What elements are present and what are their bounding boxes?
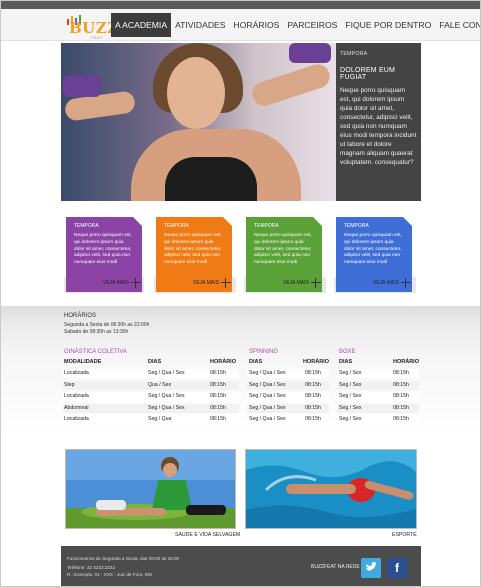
col-dias: DIAS <box>249 359 263 365</box>
hero-title: DOLOREM EUM FUGIAT <box>340 67 396 81</box>
table-cell: Seg / Qua / Sex <box>249 393 286 399</box>
table-cell: 08:15h <box>393 404 409 411</box>
twitter-icon[interactable] <box>361 558 381 578</box>
table-cell: Qua / Sex <box>148 381 172 388</box>
footer-phone: Telefone: 32 3232.3232 <box>67 565 116 570</box>
table-cell: 08:15h <box>393 393 409 399</box>
plus-icon[interactable] <box>401 278 411 288</box>
table-cell: Step <box>64 381 75 388</box>
table-cell: 08:15h <box>305 416 321 422</box>
plus-icon[interactable] <box>311 278 321 288</box>
hero-photo <box>61 43 336 201</box>
table-cell: 08:15h <box>210 416 226 422</box>
facebook-icon[interactable]: f <box>387 558 407 578</box>
table-cell: Seg / Qua / Sex <box>148 393 185 399</box>
nav-item-parceiros[interactable]: PARCEIROS <box>283 13 341 37</box>
footer-network-label: BUZZFEAT NA REDE <box>311 564 360 570</box>
table-cell: 08:15h <box>305 370 321 376</box>
card-body: Neque porro quisquam est, qui dolorem ip… <box>344 233 402 266</box>
table-cell: Seg / Qua / Sex <box>249 416 286 422</box>
col-horario: HORÁRIO <box>393 359 419 365</box>
photo-saude[interactable] <box>65 449 236 529</box>
spinning-heading: SPINNING <box>249 349 279 355</box>
table-cell: Seg / Qua / Sex <box>148 370 185 376</box>
nav-item-fale-conosco[interactable]: FALE CONOSCO <box>435 13 480 37</box>
hero-banner: TEMPORA DOLOREM EUM FUGIAT Neque porro q… <box>61 43 421 201</box>
header: BUZZ FEAT A ACADEMIA ATIVIDADES HORÁRIOS… <box>1 9 480 41</box>
card-more-link[interactable]: VEJA MAIS <box>373 280 399 286</box>
table-cell: Seg / Sex <box>339 381 362 388</box>
col-horario: HORÁRIO <box>303 359 329 365</box>
plus-icon[interactable] <box>221 278 231 288</box>
swimming-photo-image <box>246 450 416 528</box>
nav-item-academia[interactable]: A ACADEMIA <box>111 13 172 37</box>
photo-esporte[interactable] <box>245 449 417 529</box>
schedule-title: HORÁRIOS <box>64 313 97 319</box>
hero-text-panel: TEMPORA DOLOREM EUM FUGIAT Neque porro q… <box>336 43 421 201</box>
plus-icon[interactable] <box>131 278 141 288</box>
top-bar <box>1 1 480 9</box>
card-tag: TEMPORA <box>164 223 189 229</box>
card-body: Neque porro quisquam est, qui dolorem ip… <box>254 233 312 266</box>
table-cell: 08:15h <box>393 381 409 388</box>
table-cell: Localizada <box>64 416 89 422</box>
hero-tag: TEMPORA <box>340 51 368 57</box>
table-cell: 08:15h <box>210 393 226 399</box>
table-cell: 08:15h <box>210 404 226 411</box>
logo[interactable]: BUZZ FEAT <box>67 13 118 41</box>
boxe-heading: BOXE <box>339 349 356 355</box>
table-cell: Localizada <box>64 370 89 376</box>
col-modalidade: MODALIDADE <box>64 359 102 365</box>
col-dias: DIAS <box>339 359 353 365</box>
table-cell: 08:15h <box>393 416 409 422</box>
table-cell: Seg / Sex <box>339 370 362 376</box>
card-body: Neque porro quisquam est, qui dolorem ip… <box>74 233 132 266</box>
table-cell: Seg / Sex <box>339 416 362 422</box>
footer: Funcionamos de Segunda a Sexta, das 09:0… <box>61 546 421 586</box>
main-nav: A ACADEMIA ATIVIDADES HORÁRIOS PARCEIROS… <box>111 13 480 37</box>
table-cell: 08:15h <box>305 381 321 388</box>
table-cell: 08:15h <box>393 370 409 376</box>
table-cell: 08:15h <box>305 404 321 411</box>
logo-subtext: FEAT <box>91 35 104 40</box>
card-body: Neque porro quisquam est, qui dolorem ip… <box>164 233 222 266</box>
col-dias: DIAS <box>148 359 162 365</box>
footer-hours: Funcionamos de Segunda a Sexta, das 09:0… <box>67 556 180 561</box>
table-cell: 08:15h <box>305 393 321 399</box>
table-cell: Seg / Qua <box>148 416 172 422</box>
card-more-link[interactable]: VEJA MAIS <box>193 280 219 286</box>
table-cell: Seg / Qua / Sex <box>249 404 286 411</box>
schedule-line: Sabado de 08:30h as 13:30h <box>64 329 129 335</box>
nav-item-fique-por-dentro[interactable]: FIQUE POR DENTRO <box>341 13 435 37</box>
table-cell: 08:15h <box>210 370 226 376</box>
stretching-photo-image <box>66 450 235 528</box>
card-more-link[interactable]: VEJA MAIS <box>103 280 129 286</box>
page: BUZZ FEAT A ACADEMIA ATIVIDADES HORÁRIOS… <box>0 0 481 587</box>
card-tag: TEMPORA <box>74 223 99 229</box>
schedule-line: Segunda a Sexta de 06:30h as 22:00h <box>64 322 150 328</box>
footer-address: R.: Exemplo, 01 - XXX - Juiz de Fora, MG <box>67 572 153 577</box>
col-horario: HORÁRIO <box>210 359 236 365</box>
table-cell: Localizada <box>64 393 89 399</box>
card-tag: TEMPORA <box>344 223 369 229</box>
ginastica-heading: GINÁSTICA COLETIVA <box>64 349 127 355</box>
table-cell: 08:15h <box>210 381 226 388</box>
table-cell: Seg / Sex <box>339 393 362 399</box>
hero-body: Neque porro quisquam est, qui dolorem ip… <box>340 87 417 166</box>
table-cell: Seg / Sex <box>339 404 362 411</box>
table-cell: Seg / Qua / Sex <box>249 381 286 388</box>
table-cell: Seg / Qua / Sex <box>148 404 185 411</box>
table-cell: Seg / Qua / Sex <box>249 370 286 376</box>
table-cell: Abdominal <box>64 404 89 411</box>
nav-item-horarios[interactable]: HORÁRIOS <box>230 13 284 37</box>
photo-caption: SAUDE E VIDA SELVAGEM <box>175 532 241 538</box>
photo-caption: ESPORTE <box>392 532 417 538</box>
card-more-link[interactable]: VEJA MAIS <box>283 280 309 286</box>
card-tag: TEMPORA <box>254 223 279 229</box>
nav-item-atividades[interactable]: ATIVIDADES <box>171 13 229 37</box>
